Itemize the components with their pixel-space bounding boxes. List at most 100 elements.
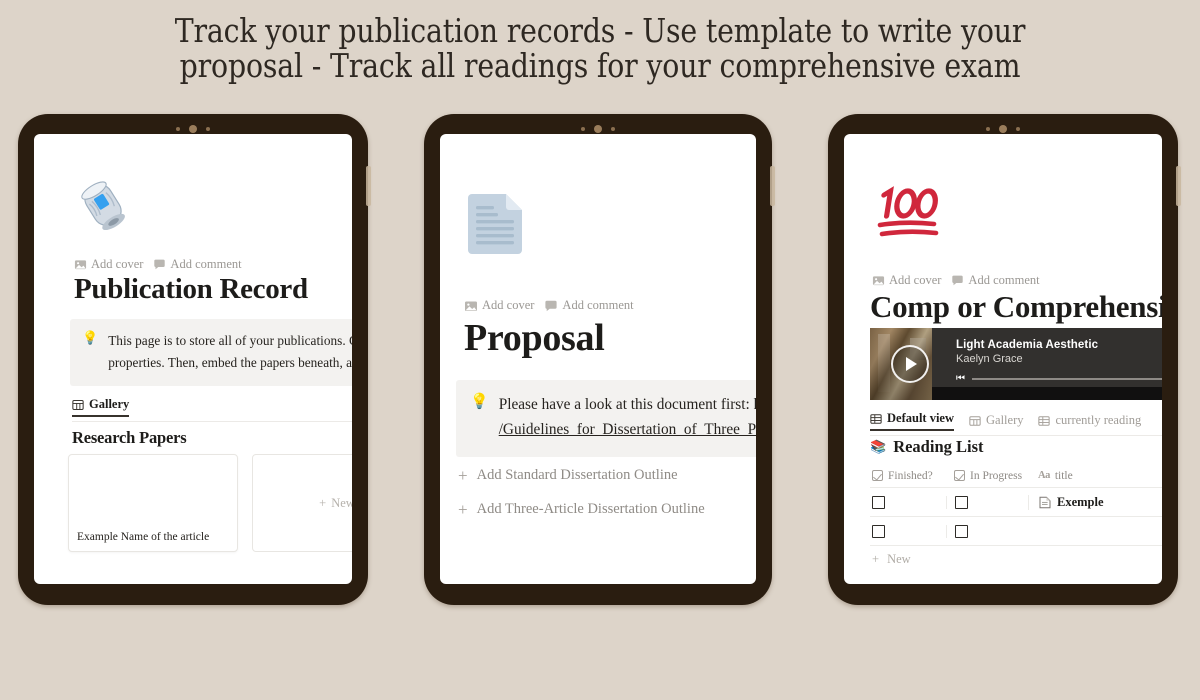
player-progress-row[interactable]: ⏮ [956, 374, 1162, 384]
checkbox-icon [872, 470, 883, 481]
checkbox-unchecked[interactable] [872, 495, 885, 509]
camera-lens [999, 125, 1007, 133]
add-cover-button[interactable]: Add cover [74, 257, 143, 272]
view-tab-gallery-label: Gallery [986, 413, 1024, 427]
checkbox-unchecked[interactable] [955, 495, 968, 509]
table-row[interactable]: Exemple [870, 488, 1162, 517]
page-meta-row: Add cover Add comment [74, 257, 242, 272]
callout-block: 💡 This page is to store all of your publ… [70, 319, 352, 386]
view-tab-currently-reading-label: currently reading [1055, 413, 1142, 427]
column-header-finished-label: Finished? [888, 469, 933, 482]
tablet-side-button[interactable] [366, 166, 371, 206]
add-comment-label: Add comment [968, 273, 1040, 287]
gallery-view-icon [969, 415, 981, 426]
view-tab-gallery-label: Gallery [89, 397, 130, 411]
callout-line-2: properties. Then, embed the papers benea… [108, 354, 352, 370]
player-artist: Kaelyn Grace [956, 353, 1023, 365]
plus-icon: + [458, 500, 468, 519]
column-header-finished[interactable]: Finished? [870, 470, 946, 482]
books-emoji: 📚 [870, 439, 887, 454]
checkbox-unchecked[interactable] [955, 524, 968, 538]
new-row-label: New [887, 551, 911, 566]
cell-in-progress[interactable] [946, 524, 1028, 538]
add-comment-button[interactable]: Add comment [951, 273, 1040, 288]
add-cover-label: Add cover [889, 273, 942, 287]
tablet-publication-record: Add cover Add comment Publication Record… [18, 114, 371, 605]
progress-bar[interactable] [972, 378, 1162, 380]
gallery-new-card-button[interactable]: + New [252, 454, 352, 552]
tablet-screen: Add cover Add comment Publication Record… [34, 134, 352, 584]
camera-lens [594, 125, 602, 133]
view-tab-gallery[interactable]: Gallery [72, 397, 130, 417]
cell-in-progress[interactable] [946, 495, 1028, 509]
plus-icon: + [458, 466, 468, 485]
view-tab-currently-reading[interactable]: currently reading [1038, 413, 1141, 431]
page-title: Publication Record [74, 273, 308, 305]
player-footer-bar [932, 387, 1162, 400]
cell-finished[interactable] [870, 495, 946, 509]
spotify-embed-player[interactable]: Light Academia Aesthetic Kaelyn Grace ⏮ [870, 328, 1162, 400]
add-cover-button[interactable]: Add cover [464, 298, 534, 313]
page-headline: Track your publication records - Use tem… [174, 11, 1026, 85]
table-view-icon [1038, 415, 1051, 426]
lightbulb-emoji: 💡 [470, 394, 489, 410]
table-new-row-button[interactable]: + New [870, 546, 1162, 572]
hundred-points-emoji[interactable] [872, 182, 944, 249]
column-header-in-progress-label: In Progress [970, 469, 1023, 482]
tablet-proposal: Add cover Add comment Proposal 💡 Please … [424, 114, 775, 605]
toggle-label: Add Standard Dissertation Outline [476, 467, 678, 483]
tablet-screen: Add cover Add comment Comp or Comprehens… [844, 134, 1162, 584]
gallery-cards: Example Name of the article + New [68, 454, 352, 552]
page-title: Proposal [464, 317, 605, 359]
page-meta-row: Add cover Add comment [872, 273, 1040, 288]
gallery-card[interactable]: Example Name of the article [68, 454, 238, 552]
add-comment-button[interactable]: Add comment [153, 257, 242, 272]
comment-icon [154, 259, 166, 270]
cell-finished[interactable] [870, 524, 946, 538]
add-comment-button[interactable]: Add comment [544, 298, 634, 313]
tablet-side-button[interactable] [1176, 166, 1181, 206]
checkbox-icon [954, 470, 965, 481]
column-header-in-progress[interactable]: In Progress [946, 470, 1028, 482]
callout-block: 💡 Please have a look at this document fi… [456, 380, 756, 457]
callout-line-1: This page is to store all of your public… [108, 333, 352, 348]
row-title-label: Exemple [1057, 494, 1104, 509]
add-cover-button[interactable]: Add cover [872, 273, 941, 288]
toggle-label: Add Three-Article Dissertation Outline [476, 501, 705, 517]
image-icon [465, 301, 477, 311]
image-icon [74, 260, 87, 270]
view-tab-default-view[interactable]: Default view [870, 411, 954, 431]
lightbulb-emoji: 💡 [82, 330, 99, 345]
camera-dot-right [206, 127, 210, 131]
tablet-screen: Add cover Add comment Proposal 💡 Please … [440, 134, 756, 584]
text-type-icon: Aa [1038, 470, 1050, 481]
checkbox-unchecked[interactable] [872, 524, 885, 538]
play-icon[interactable] [891, 345, 929, 383]
gallery-new-label: New [331, 495, 352, 510]
add-comment-label: Add comment [170, 257, 242, 271]
cell-title[interactable]: Exemple [1028, 494, 1162, 510]
rolled-newspaper-emoji[interactable] [74, 176, 132, 239]
player-track-title: Light Academia Aesthetic [956, 339, 1099, 351]
page-title: Comp or Comprehensiv [870, 289, 1162, 324]
gallery-view-icon [72, 399, 84, 410]
toggle-add-three-article-outline[interactable]: + Add Three-Article Dissertation Outline [458, 501, 705, 518]
page-icon [1039, 496, 1051, 508]
notion-page: Add cover Add comment Publication Record… [34, 134, 352, 584]
database-title: 📚 Reading List [870, 437, 984, 457]
previous-track-icon[interactable]: ⏮ [956, 374, 965, 384]
callout-link[interactable]: /Guidelines_for_Dissertation_of_Three_P [499, 418, 756, 443]
document-page-icon[interactable] [456, 182, 536, 267]
callout-line-1: Please have a look at this document firs… [498, 396, 756, 413]
view-tab-gallery[interactable]: Gallery [969, 413, 1023, 431]
table-row[interactable] [870, 517, 1162, 546]
database-view-tabs: Gallery [72, 397, 352, 422]
add-comment-label: Add comment [562, 298, 634, 312]
tablet-side-button[interactable] [770, 166, 775, 206]
tablets-row: Add cover Add comment Publication Record… [0, 114, 1200, 606]
database-view-tabs: Default view Gallery currently reading [870, 411, 1162, 436]
toggle-add-standard-outline[interactable]: + Add Standard Dissertation Outline [458, 467, 678, 484]
column-header-title[interactable]: Aa title [1028, 470, 1162, 482]
camera-dot-left [986, 127, 990, 131]
comment-icon [545, 300, 558, 311]
